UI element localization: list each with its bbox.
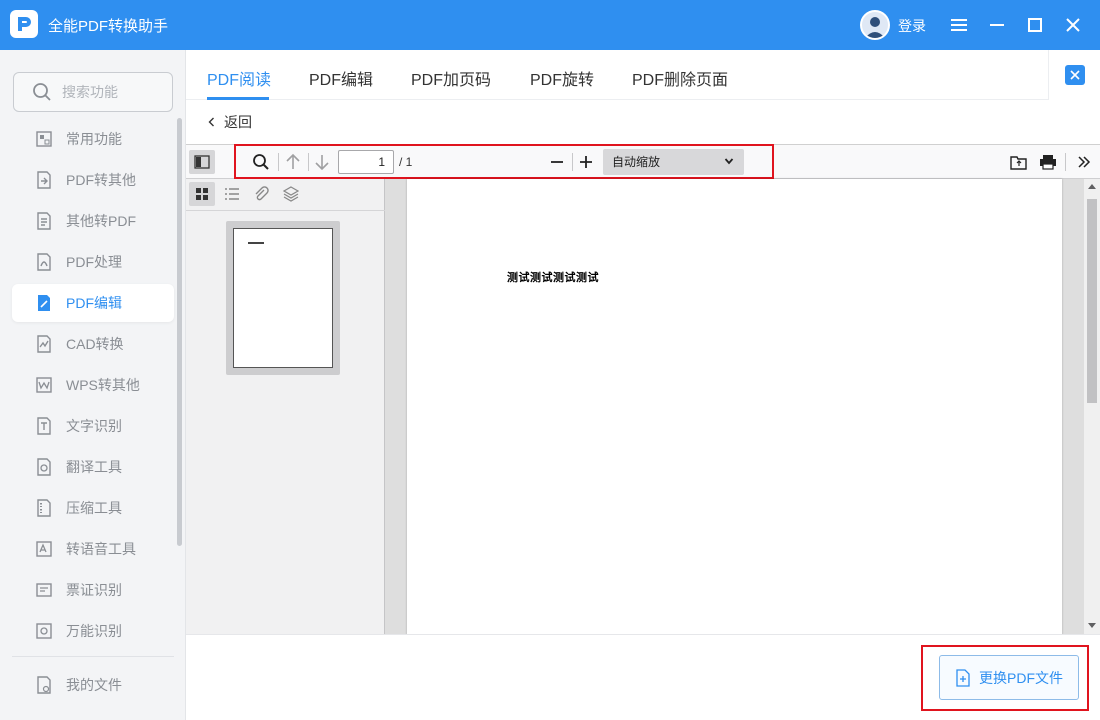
active-tab-indicator	[207, 97, 269, 100]
layers-icon[interactable]	[278, 182, 304, 206]
search-icon	[33, 83, 51, 101]
sidebar-item-label: 转语音工具	[66, 541, 136, 557]
app-title: 全能PDF转换助手	[48, 18, 169, 35]
sidebar-item-pdf-process[interactable]: PDF处理	[12, 243, 174, 281]
sidebar: 搜索功能 常用功能 PDF转其他 其他转PDF PDF处理 PDF编辑 CAD转…	[0, 50, 186, 720]
speech-icon	[34, 539, 54, 559]
sidebar-item-label: 万能识别	[66, 623, 122, 639]
wps-icon	[34, 375, 54, 395]
tab-bar: PDF阅读 PDF编辑 PDF加页码 PDF旋转 PDF删除页面	[186, 50, 1048, 100]
sidebar-item-label: 压缩工具	[66, 500, 122, 516]
app-logo-icon	[10, 10, 38, 38]
more-tools-icon[interactable]	[1071, 150, 1097, 174]
sidebar-item-cad[interactable]: CAD转换	[12, 325, 174, 363]
tab-pdf-edit[interactable]: PDF编辑	[309, 66, 373, 90]
back-label: 返回	[224, 114, 252, 130]
sidebar-item-ocr[interactable]: 文字识别	[12, 407, 174, 445]
sidebar-item-label: 票证识别	[66, 582, 122, 598]
sidebar-item-my-files[interactable]: 我的文件	[12, 666, 174, 704]
footer-bar: 更换PDF文件	[186, 634, 1100, 720]
open-file-icon[interactable]	[1006, 150, 1032, 174]
translate-icon	[34, 457, 54, 477]
document-text: 测试测试测试测试	[507, 272, 599, 284]
sidebar-item-label: 其他转PDF	[66, 213, 136, 229]
attachment-icon[interactable]	[248, 182, 274, 206]
print-icon[interactable]	[1035, 150, 1061, 174]
ticket-icon	[34, 580, 54, 600]
tab-pdf-rotate[interactable]: PDF旋转	[530, 66, 594, 90]
sidebar-item-label: PDF转其他	[66, 172, 136, 188]
sidebar-item-label: 文字识别	[66, 418, 122, 434]
search-input[interactable]: 搜索功能	[13, 72, 173, 112]
close-icon[interactable]	[1061, 13, 1085, 37]
sidebar-item-label: WPS转其他	[66, 377, 140, 393]
thumbnail-page	[233, 228, 333, 368]
cad-icon	[34, 334, 54, 354]
close-panel-button[interactable]	[1048, 50, 1100, 100]
page-thumbnail[interactable]	[226, 221, 340, 375]
thumbnail-view-icon[interactable]	[189, 182, 215, 206]
pdf-export-icon	[34, 170, 54, 190]
document-page: 测试测试测试测试	[407, 179, 1062, 635]
sidebar-item-label: PDF编辑	[66, 295, 122, 311]
minimize-icon[interactable]	[985, 13, 1009, 37]
scroll-up-icon[interactable]	[1088, 183, 1096, 189]
back-button[interactable]: 返回	[206, 112, 252, 132]
sidebar-item-other-to-pdf[interactable]: 其他转PDF	[12, 202, 174, 240]
sidebar-toggle-icon[interactable]	[189, 150, 215, 174]
home-grid-icon	[34, 129, 54, 149]
eye-scan-icon	[34, 621, 54, 641]
outline-view-icon[interactable]	[219, 182, 245, 206]
document-area[interactable]: 测试测试测试测试	[385, 179, 1100, 635]
sidebar-item-speech[interactable]: 转语音工具	[12, 530, 174, 568]
viewer-toolbar: 1 / 1 自动缩放	[186, 144, 1100, 179]
sidebar-item-label: 翻译工具	[66, 459, 122, 475]
pdf-process-icon	[34, 252, 54, 272]
avatar[interactable]	[860, 10, 890, 40]
sidebar-item-translate[interactable]: 翻译工具	[12, 448, 174, 486]
sidebar-item-wps[interactable]: WPS转其他	[12, 366, 174, 404]
close-square-icon	[1064, 65, 1085, 85]
thumbnail-pane	[186, 179, 385, 635]
thumbnail-toolbar	[186, 179, 385, 211]
toolbar-highlight-box	[234, 144, 774, 179]
tab-pdf-page-number[interactable]: PDF加页码	[411, 66, 491, 90]
sidebar-item-ticket[interactable]: 票证识别	[12, 571, 174, 609]
sidebar-item-label: 常用功能	[66, 131, 122, 147]
sidebar-item-compress[interactable]: 压缩工具	[12, 489, 174, 527]
sidebar-item-common[interactable]: 常用功能	[12, 120, 174, 158]
add-file-icon	[955, 668, 971, 687]
sidebar-item-label: 我的文件	[66, 677, 122, 693]
folder-file-icon	[34, 675, 54, 695]
replace-pdf-label: 更换PDF文件	[979, 669, 1063, 686]
tab-pdf-delete-page[interactable]: PDF删除页面	[632, 66, 728, 90]
scroll-down-icon[interactable]	[1088, 623, 1096, 629]
sidebar-item-label: CAD转换	[66, 336, 124, 352]
sidebar-item-pdf-edit[interactable]: PDF编辑	[12, 284, 174, 322]
scrollbar-thumb[interactable]	[1087, 199, 1097, 403]
sidebar-scrollbar[interactable]	[177, 118, 182, 546]
login-button[interactable]: 登录	[898, 16, 926, 36]
title-bar: 全能PDF转换助手 登录	[0, 0, 1100, 50]
menu-icon[interactable]	[947, 13, 971, 37]
ocr-icon	[34, 416, 54, 436]
toolbar-divider	[1065, 153, 1066, 171]
pdf-edit-icon	[34, 293, 54, 313]
sidebar-item-universal-ocr[interactable]: 万能识别	[12, 612, 174, 650]
replace-pdf-button[interactable]: 更换PDF文件	[939, 655, 1079, 700]
search-placeholder: 搜索功能	[62, 84, 118, 100]
sidebar-item-label: PDF处理	[66, 254, 122, 270]
sidebar-divider	[12, 656, 174, 657]
sidebar-item-pdf-to-other[interactable]: PDF转其他	[12, 161, 174, 199]
tab-pdf-read[interactable]: PDF阅读	[207, 66, 271, 90]
thumbnail-text-line	[248, 242, 264, 244]
main-panel: PDF阅读 PDF编辑 PDF加页码 PDF旋转 PDF删除页面 返回 1 / …	[186, 50, 1100, 720]
vertical-scrollbar[interactable]	[1084, 179, 1100, 635]
pdf-import-icon	[34, 211, 54, 231]
maximize-icon[interactable]	[1023, 13, 1047, 37]
pdf-viewer: 1 / 1 自动缩放 测试测试测试测试	[186, 144, 1100, 635]
chevron-left-icon	[208, 117, 214, 127]
zip-icon	[34, 498, 54, 518]
